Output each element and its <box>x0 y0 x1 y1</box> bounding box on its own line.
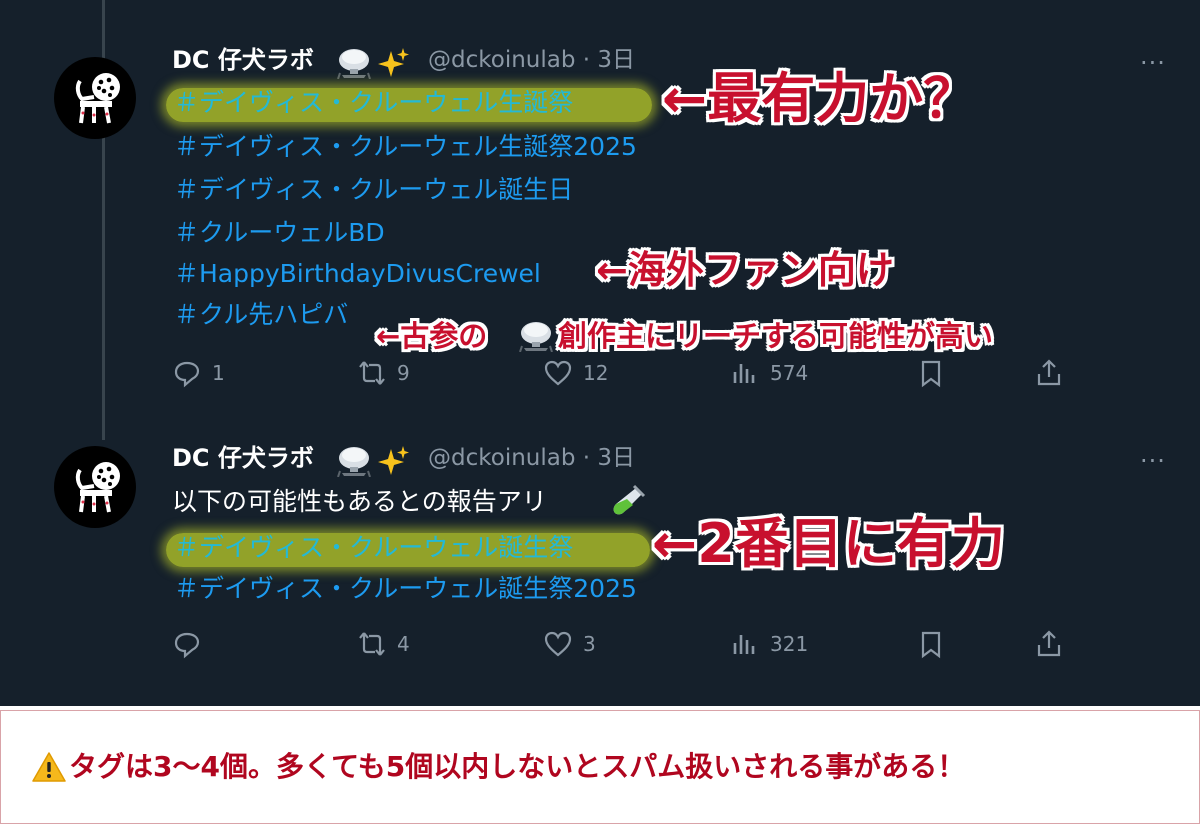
flask-icon <box>336 443 372 478</box>
sparkles-icon <box>378 47 410 79</box>
test-tube-icon <box>610 484 646 520</box>
share-button[interactable] <box>1034 359 1064 388</box>
reply-button[interactable]: 1 <box>172 360 252 388</box>
hashtag-link[interactable]: ＃クルーウェルBD <box>174 216 385 250</box>
like-count: 12 <box>583 361 609 385</box>
tweet-text: 以下の可能性もあるとの報告アリ <box>172 487 547 516</box>
hashtag-link[interactable]: ＃HappyBirthdayDivusCrewel <box>174 257 541 291</box>
dog-lab-logo-icon <box>75 73 120 124</box>
more-icon[interactable]: ··· <box>1140 449 1166 473</box>
share-button[interactable] <box>1034 630 1064 659</box>
display-name[interactable]: DC 仔犬ラボ <box>172 45 314 75</box>
like-icon <box>544 631 572 657</box>
hashtag-link[interactable]: ＃デイヴィス・クルーウェル誕生祭2025 <box>174 572 637 606</box>
bookmark-icon <box>921 360 941 388</box>
bookmark-icon <box>921 631 941 659</box>
sparkles-icon <box>378 445 410 477</box>
views-count: 321 <box>770 632 809 656</box>
retweet-count: 4 <box>397 632 410 656</box>
avatar[interactable] <box>54 57 136 139</box>
hashtag-link[interactable]: ＃デイヴィス・クルーウェル誕生日 <box>174 173 573 207</box>
hashtag-link[interactable]: ＃クル先ハピバ <box>174 298 348 332</box>
warning-icon <box>31 751 67 783</box>
annotation-veteran-suffix: 創作主にリーチする可能性が高い <box>558 319 994 353</box>
like-count: 3 <box>583 632 596 656</box>
bookmark-button[interactable] <box>916 360 946 388</box>
notice-text: タグは3〜4個。多くても5個以内しないとスパム扱いされる事がある！ <box>69 750 966 783</box>
display-name[interactable]: DC 仔犬ラボ <box>172 443 314 473</box>
views-button[interactable]: 321 <box>730 631 820 659</box>
reply-icon <box>174 632 200 659</box>
screenshot: DC 仔犬ラボ @dckoinulab · 3日 ··· ＃デイヴィス・クルーウ… <box>0 0 1200 826</box>
hashtag-link[interactable]: ＃デイヴィス・クルーウェル生誕祭2025 <box>174 130 637 164</box>
annotation-second-likely: ←2番目に有力 <box>652 512 1005 575</box>
retweet-button[interactable]: 9 <box>357 360 437 388</box>
share-icon <box>1037 359 1061 386</box>
like-button[interactable]: 3 <box>543 631 623 659</box>
views-count: 574 <box>770 361 809 385</box>
more-icon[interactable]: ··· <box>1140 51 1166 75</box>
reply-icon <box>174 361 200 388</box>
like-icon <box>544 360 572 386</box>
views-icon <box>733 635 755 654</box>
retweet-button[interactable]: 4 <box>357 631 437 659</box>
hashtag-link[interactable]: ＃デイヴィス・クルーウェル生誕祭 <box>174 86 573 120</box>
timeline: DC 仔犬ラボ @dckoinulab · 3日 ··· ＃デイヴィス・クルーウ… <box>0 0 1200 706</box>
retweet-icon <box>359 361 385 385</box>
views-icon <box>733 364 755 383</box>
annotation-overseas-fans: ←海外ファン向け <box>596 248 894 292</box>
avatar[interactable] <box>54 446 136 528</box>
retweet-count: 9 <box>397 361 410 385</box>
annotation-most-likely: ←最有力か？ <box>662 67 978 130</box>
reply-count: 1 <box>212 361 225 385</box>
handle-and-time[interactable]: @dckoinulab · 3日 <box>428 45 635 75</box>
reply-button[interactable] <box>172 631 212 659</box>
notice-box: タグは3〜4個。多くても5個以内しないとスパム扱いされる事がある！ <box>0 710 1200 824</box>
dog-lab-logo-icon <box>75 462 120 513</box>
flask-icon <box>518 318 554 353</box>
handle-and-time[interactable]: @dckoinulab · 3日 <box>428 443 635 473</box>
views-button[interactable]: 574 <box>730 360 820 388</box>
like-button[interactable]: 12 <box>543 360 623 388</box>
hashtag-link[interactable]: ＃デイヴィス・クルーウェル誕生祭 <box>174 531 573 565</box>
flask-icon <box>336 45 372 80</box>
retweet-icon <box>359 632 385 656</box>
bookmark-button[interactable] <box>916 631 946 659</box>
share-icon <box>1037 630 1061 657</box>
annotation-veteran-prefix: ←古参の <box>376 319 488 353</box>
